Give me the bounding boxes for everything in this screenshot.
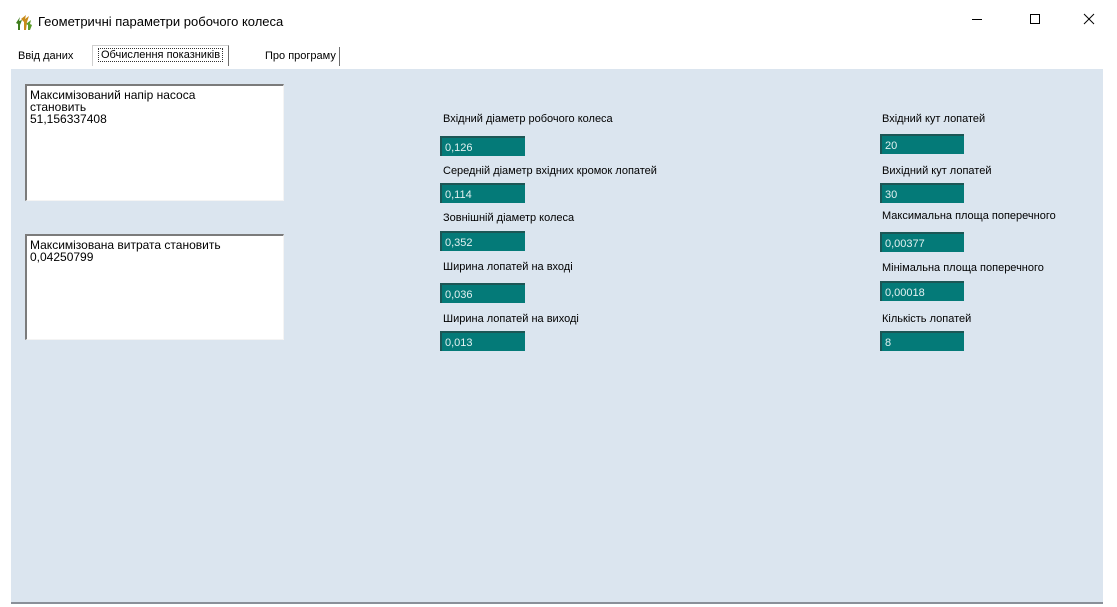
- tab-strip: Ввід даних Обчислення показників Про про…: [0, 44, 1117, 68]
- app-plant-icon: [15, 13, 33, 31]
- flow-result-memo[interactable]: Максимізована витрата становить 0,042507…: [25, 234, 284, 340]
- head-result-value: 51,156337408: [30, 112, 107, 126]
- inlet-diameter-label: Вхідний діаметр робочого колеса: [443, 113, 613, 125]
- minimize-button[interactable]: [955, 6, 999, 36]
- flow-result-value: 0,04250799: [30, 250, 94, 264]
- outer-diameter-label: Зовнішній діаметр колеса: [443, 212, 575, 224]
- mean-blade-edge-diameter-field[interactable]: 0,114: [440, 183, 525, 203]
- tab-about[interactable]: Про програму: [262, 47, 340, 66]
- min-cross-section-label: Мінімальна площа поперечного: [882, 262, 1044, 274]
- maximize-button[interactable]: [1013, 6, 1057, 36]
- outer-diameter-field[interactable]: 0,352: [440, 231, 525, 251]
- tab-data-input[interactable]: Ввід даних: [16, 47, 75, 66]
- tab-calculations-label: Обчислення показників: [98, 48, 224, 62]
- close-icon: [1083, 12, 1095, 30]
- panel-bottom-border: [11, 602, 1103, 604]
- outlet-blade-angle-label: Вихідний кут лопатей: [882, 165, 992, 177]
- inlet-diameter-field[interactable]: 0,126: [440, 136, 525, 156]
- window-title: Геометричні параметри робочого колеса: [38, 14, 284, 29]
- maximize-icon: [1029, 12, 1041, 30]
- head-result-memo[interactable]: Максимізований напір насоса становить 51…: [25, 84, 284, 201]
- min-cross-section-field[interactable]: 0,00018: [880, 281, 964, 301]
- blade-count-field[interactable]: 8: [880, 331, 964, 351]
- inlet-blade-angle-label: Вхідний кут лопатей: [882, 113, 986, 125]
- tab-calculations[interactable]: Обчислення показників: [92, 45, 230, 66]
- mean-blade-edge-diameter-label: Середній діаметр вхідних кромок лопатей: [443, 165, 657, 177]
- blade-count-label: Кількість лопатей: [882, 313, 972, 325]
- inlet-blade-angle-field[interactable]: 20: [880, 134, 964, 154]
- title-bar: Геометричні параметри робочого колеса: [0, 0, 1117, 44]
- minimize-icon: [971, 12, 983, 30]
- outlet-blade-width-field[interactable]: 0,013: [440, 331, 525, 351]
- inlet-blade-width-field[interactable]: 0,036: [440, 283, 525, 303]
- outlet-blade-angle-field[interactable]: 30: [880, 183, 964, 203]
- outlet-blade-width-label: Ширина лопатей на виході: [443, 313, 579, 325]
- max-cross-section-label: Максимальна площа поперечного: [882, 210, 1056, 222]
- max-cross-section-field[interactable]: 0,00377: [880, 232, 964, 252]
- close-button[interactable]: [1067, 6, 1111, 36]
- inlet-blade-width-label: Ширина лопатей на вході: [443, 261, 573, 273]
